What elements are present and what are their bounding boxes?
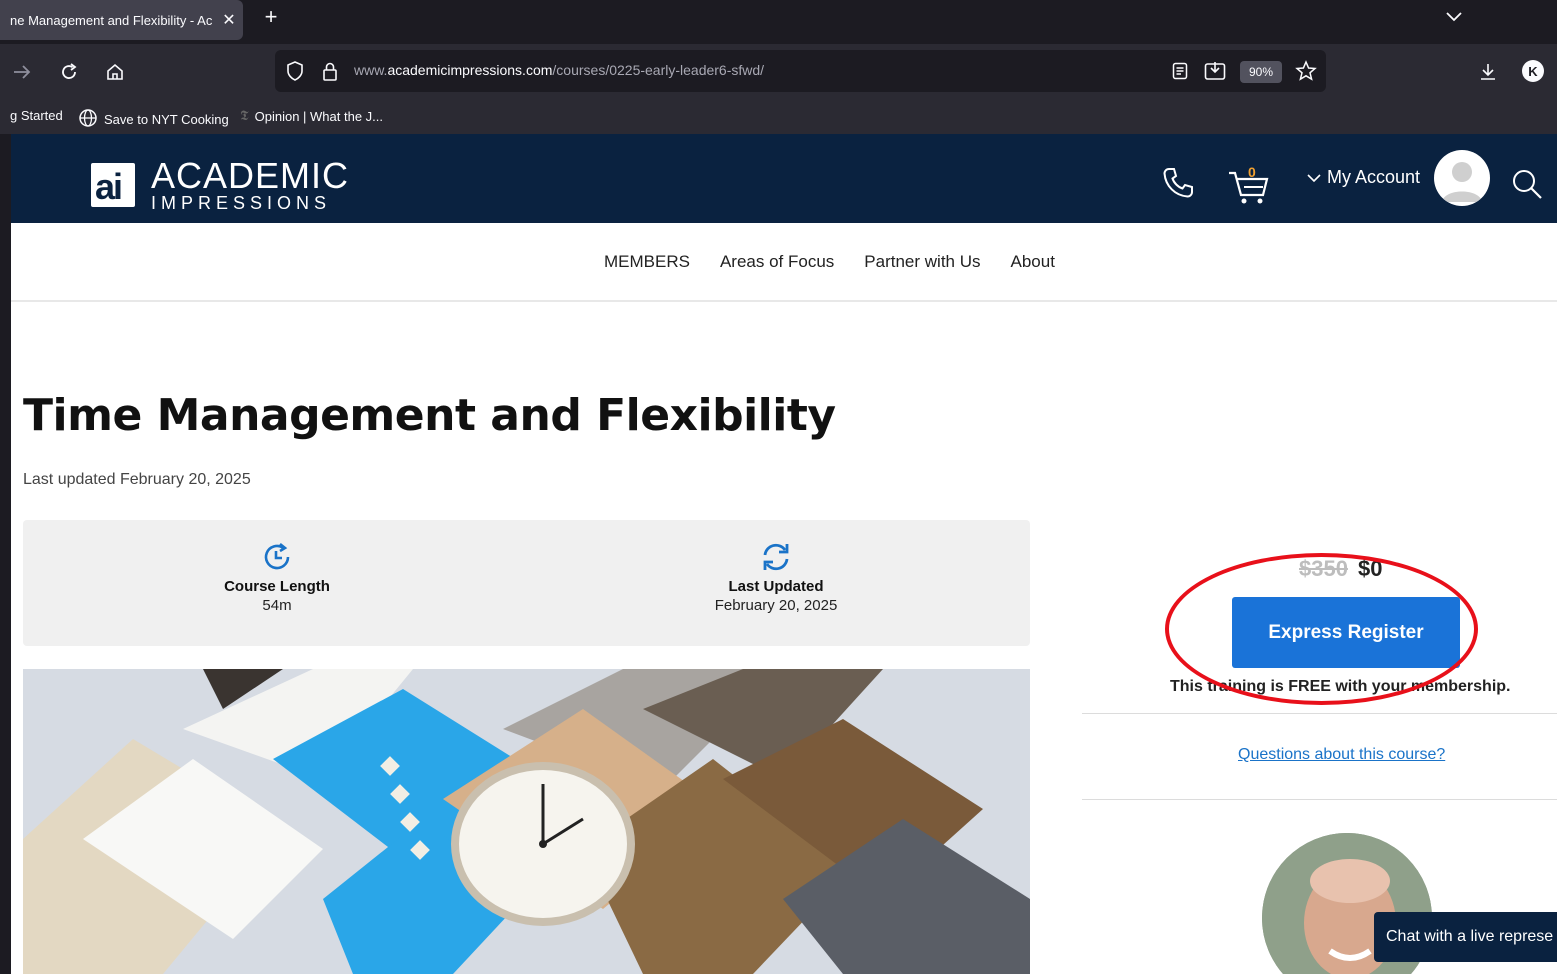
cart-count-badge: 0 (1248, 164, 1256, 180)
tab-title: ne Management and Flexibility - Ac (10, 12, 213, 28)
zoom-level-badge[interactable]: 90% (1240, 61, 1282, 83)
bookmarks-toolbar: g Started Save to NYT Cooking 𝕿 Opinion … (0, 100, 1557, 134)
reader-view-icon[interactable] (1168, 59, 1192, 83)
logo-line1: ACADEMIC (151, 155, 350, 196)
live-chat-button[interactable]: Chat with a live represe (1374, 912, 1557, 962)
bookmark-getting-started[interactable]: g Started (10, 108, 63, 123)
nav-areas-of-focus[interactable]: Areas of Focus (720, 252, 834, 272)
bookmark-nyt-cooking[interactable]: Save to NYT Cooking (78, 108, 229, 131)
phone-icon[interactable] (1160, 165, 1196, 201)
bookmark-star-icon[interactable] (1294, 59, 1318, 83)
save-page-icon[interactable] (1203, 59, 1227, 83)
browser-navbar: www.academicimpressions.com/courses/0225… (0, 44, 1557, 100)
url-text[interactable]: www.academicimpressions.com/courses/0225… (354, 62, 764, 78)
last-updated-line: Last updated February 20, 2025 (23, 471, 251, 488)
forward-arrow-icon[interactable] (8, 58, 36, 86)
new-tab-button[interactable]: + (258, 3, 284, 31)
nav-partner-with-us[interactable]: Partner with Us (864, 252, 980, 272)
questions-link[interactable]: Questions about this course? (1238, 746, 1445, 764)
main-navigation: MEMBERS Areas of Focus Partner with Us A… (11, 223, 1557, 302)
globe-icon (78, 108, 98, 131)
nav-about[interactable]: About (1011, 252, 1055, 272)
course-length-value: 54m (262, 597, 292, 614)
logo-wordmark[interactable]: ACADEMIC IMPRESSIONS (151, 155, 350, 213)
nyt-icon: 𝕿 (240, 108, 249, 124)
course-length-block: Course Length 54m (127, 540, 427, 614)
chevron-down-icon (1307, 167, 1321, 188)
url-path: /courses/0225-early-leader6-sfwd/ (552, 62, 765, 78)
window-left-edge (0, 134, 11, 974)
my-account-label: My Account (1327, 167, 1421, 187)
url-prefix: www. (354, 62, 388, 78)
url-domain: academicimpressions.com (387, 62, 553, 78)
reload-icon[interactable] (55, 58, 83, 86)
page-title: Time Management and Flexibility (23, 390, 836, 441)
annotation-circle (1165, 553, 1478, 705)
sidebar-divider (1082, 713, 1557, 714)
search-icon[interactable] (1510, 167, 1544, 201)
bookmark-label: g Started (10, 108, 63, 123)
last-updated-block: Last Updated February 20, 2025 (626, 540, 926, 614)
sidebar-divider (1082, 799, 1557, 800)
last-updated-label: Last Updated (728, 578, 824, 595)
shield-icon[interactable] (283, 59, 307, 83)
course-info-box: Course Length 54m Last Updated February … (23, 520, 1030, 646)
course-hero-image (23, 669, 1030, 974)
sync-icon (626, 540, 926, 574)
site-header: ai ACADEMIC IMPRESSIONS 0 My Account (11, 134, 1557, 223)
logo-mark[interactable]: ai (91, 163, 135, 207)
downloads-icon[interactable] (1474, 58, 1502, 86)
tab-close-icon[interactable]: ✕ (215, 10, 243, 30)
url-bar[interactable]: www.academicimpressions.com/courses/0225… (275, 50, 1326, 92)
user-avatar[interactable] (1434, 150, 1490, 206)
tab-list-chevron-icon[interactable] (1442, 6, 1466, 28)
lock-icon[interactable] (318, 59, 342, 83)
logo-line2: IMPRESSIONS (151, 193, 332, 213)
browser-tab-active[interactable]: ne Management and Flexibility - Ac ✕ (0, 0, 243, 40)
nav-members[interactable]: MEMBERS (604, 252, 690, 272)
browser-profile-avatar[interactable]: K (1522, 60, 1544, 82)
course-length-label: Course Length (224, 578, 330, 595)
bookmark-label: Save to NYT Cooking (104, 112, 229, 127)
browser-tabstrip: ne Management and Flexibility - Ac ✕ + (0, 0, 1557, 44)
last-updated-value: February 20, 2025 (714, 597, 838, 614)
home-icon[interactable] (101, 58, 129, 86)
bookmark-label: Opinion | What the J... (254, 108, 383, 124)
logo-mark-text: ai (95, 166, 123, 207)
my-account-menu[interactable]: My Account (1307, 167, 1420, 188)
page-root: ne Management and Flexibility - Ac ✕ + w… (0, 0, 1557, 974)
clock-refresh-icon (127, 540, 427, 574)
bookmark-nyt-opinion[interactable]: 𝕿 Opinion | What the J... (240, 108, 383, 124)
